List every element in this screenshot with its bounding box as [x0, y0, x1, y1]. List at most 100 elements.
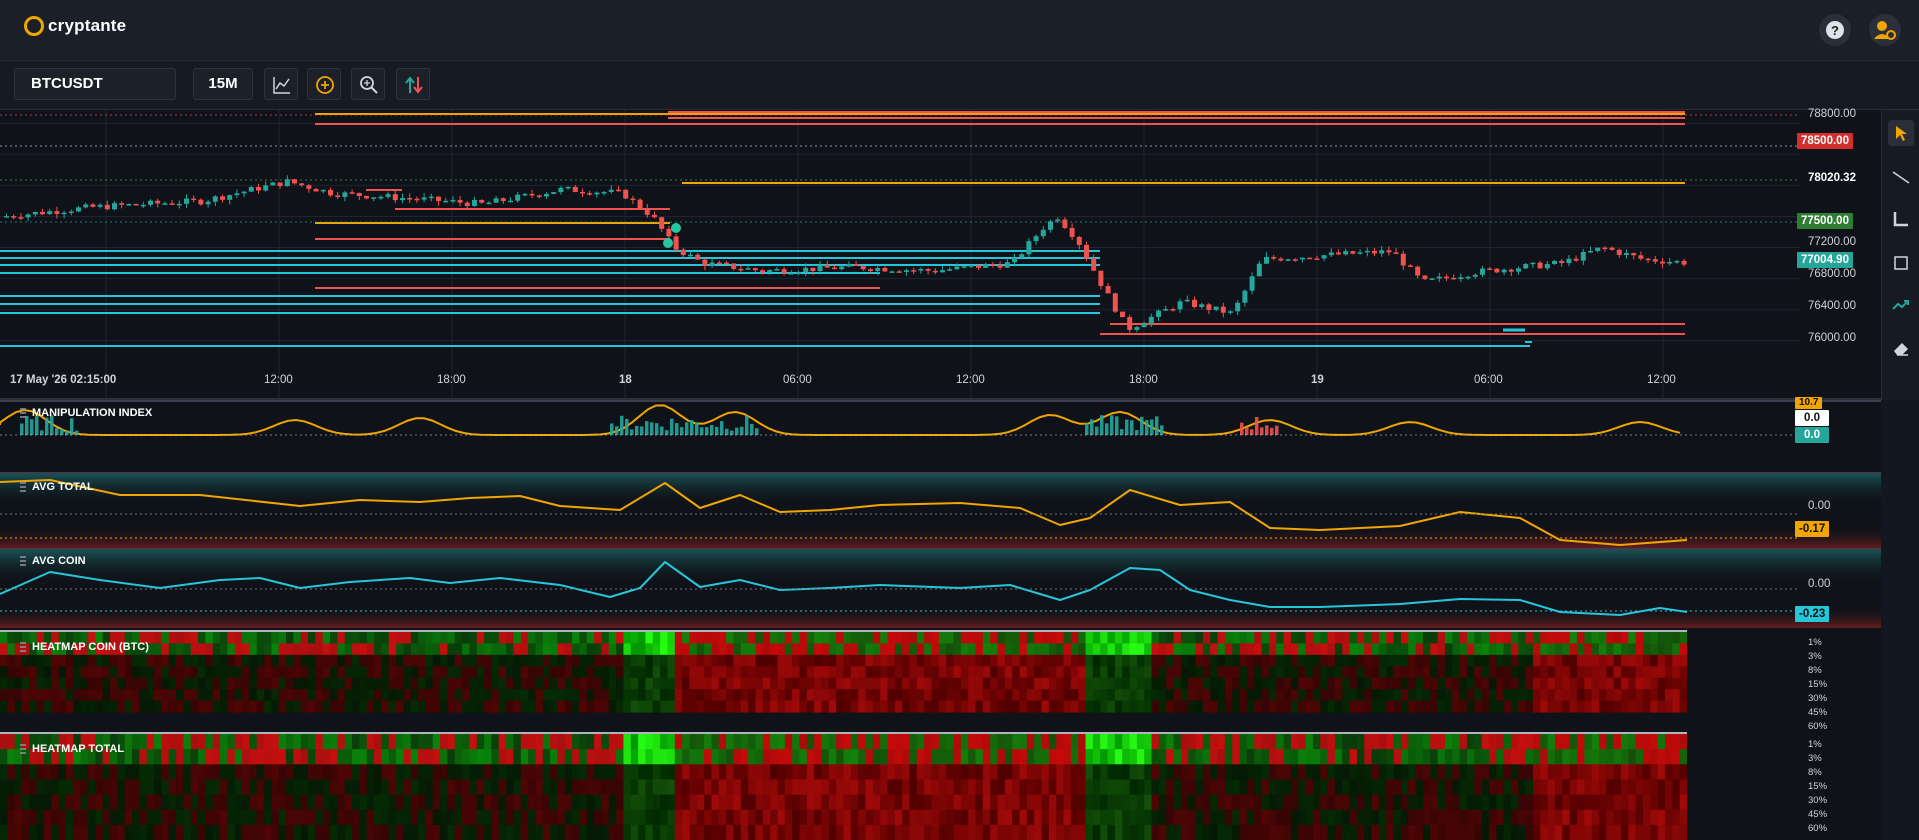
- heatmap-coin-cell: [1078, 632, 1087, 645]
- heatmap-total-cell: [726, 764, 735, 781]
- heatmap-total-cell: [608, 749, 617, 765]
- candle-body: [162, 203, 168, 205]
- heatmap-total-cell: [1584, 794, 1593, 811]
- heatmap-coin-cell: [909, 700, 918, 713]
- heatmap-coin-cell: [1386, 689, 1395, 702]
- heatmap-total-cell: [359, 749, 368, 765]
- heatmap-total-cell: [1173, 794, 1182, 811]
- brand-logo[interactable]: cryptante: [24, 16, 126, 36]
- zoom-button[interactable]: [351, 68, 385, 100]
- buy-sell-button[interactable]: [396, 68, 430, 100]
- heatmap-coin-cell: [814, 643, 823, 656]
- heatmap-total-cell: [792, 749, 801, 765]
- heatmap-coin-cell: [528, 654, 537, 667]
- heatmap-coin-cell: [1635, 700, 1644, 713]
- heatmap-total-cell: [1569, 764, 1578, 781]
- drag-handle-icon[interactable]: [20, 482, 26, 492]
- heatmap-coin-cell: [660, 666, 669, 679]
- heatmap-total-cell: [330, 824, 338, 840]
- heatmap-coin-cell: [968, 677, 977, 690]
- candle-body: [1393, 252, 1399, 254]
- pane-title-manipulation[interactable]: MANIPULATION INDEX: [20, 407, 152, 419]
- heatmap-total-cell: [1290, 764, 1299, 781]
- heatmap-coin-cell: [1180, 643, 1189, 656]
- trend-line-tool-button[interactable]: [1888, 164, 1914, 190]
- heatmap-coin-cell: [1444, 700, 1453, 713]
- heatmap-coin-cell: [748, 643, 757, 656]
- trend-arrow-tool-button[interactable]: [1888, 292, 1914, 318]
- heatmap-total-cell: [1628, 794, 1637, 811]
- heatmap-coin-cell: [388, 632, 397, 645]
- heatmap-coin-cell: [1430, 654, 1439, 667]
- timeframe-button[interactable]: 15M: [193, 68, 253, 100]
- heatmap-total-cell: [1334, 824, 1343, 840]
- heatmap-coin-cell: [388, 666, 397, 679]
- drag-handle-icon[interactable]: [20, 408, 26, 418]
- heatmap-coin-cell: [931, 700, 940, 713]
- user-settings-button[interactable]: [1869, 14, 1901, 46]
- pane-title-avg-total[interactable]: AVG TOTAL: [20, 481, 94, 493]
- heatmap-total-cell: [806, 734, 815, 750]
- chart-type-button[interactable]: [264, 68, 298, 100]
- heatmap-total-cell: [1591, 734, 1600, 750]
- help-button[interactable]: ?: [1819, 14, 1851, 46]
- heatmap-total-cell: [205, 824, 214, 840]
- heatmap-total-cell: [814, 794, 823, 811]
- rectangle-tool-button[interactable]: [1888, 250, 1914, 276]
- heatmap-coin-cell: [1364, 666, 1373, 679]
- cursor-tool-button[interactable]: [1888, 120, 1914, 146]
- heatmap-coin-cell: [1540, 666, 1549, 679]
- heatmap-coin-cell: [674, 689, 683, 702]
- pane-title-avg-coin[interactable]: AVG COIN: [20, 555, 86, 567]
- heatmap-coin-cell: [212, 632, 221, 645]
- drag-handle-icon[interactable]: [20, 642, 26, 652]
- drag-handle-icon[interactable]: [20, 556, 26, 566]
- heatmap-coin-cell: [1334, 700, 1343, 713]
- heatmap-coin-cell: [1430, 700, 1439, 713]
- heatmap-total-cell: [139, 749, 148, 765]
- heatmap-total-cell: [1400, 809, 1409, 826]
- heatmap-total-cell: [396, 824, 405, 840]
- manipulation-bar: [1135, 430, 1139, 435]
- heatmap-total-cell: [315, 824, 324, 840]
- candle-body: [1292, 259, 1298, 261]
- pane-title-heatmap-coin[interactable]: HEATMAP COIN (BTC): [20, 641, 149, 653]
- chart-canvas[interactable]: [0, 110, 1881, 840]
- heatmap-coin-cell: [198, 654, 206, 667]
- heatmap-coin-cell: [696, 677, 705, 690]
- add-indicator-button[interactable]: [307, 68, 341, 100]
- heatmap-coin-cell: [498, 677, 507, 690]
- heatmap-total-cell: [990, 764, 999, 781]
- heatmap-coin-cell: [1569, 643, 1578, 656]
- heatmap-total-cell: [718, 824, 727, 840]
- heatmap-total-cell: [359, 824, 368, 840]
- heatmap-coin-cell: [777, 666, 786, 679]
- symbol-input[interactable]: BTCUSDT: [14, 68, 176, 100]
- heatmap-coin-cell: [946, 643, 955, 656]
- heatmap-total-cell: [1540, 794, 1549, 811]
- heatmap-total-cell: [924, 779, 933, 796]
- heatmap-coin-cell: [1613, 700, 1622, 713]
- heatmap-total-cell: [36, 824, 45, 840]
- heatmap-coin-cell: [572, 632, 581, 645]
- heatmap-total-cell: [975, 779, 984, 796]
- heatmap-total-cell: [990, 824, 999, 840]
- drag-handle-icon[interactable]: [20, 744, 26, 754]
- heatmap-total-cell: [242, 749, 250, 765]
- heatmap-coin-cell: [1283, 689, 1292, 702]
- heatmap-total-cell: [1085, 764, 1094, 781]
- candle-body: [47, 211, 53, 215]
- heatmap-coin-cell: [1415, 677, 1424, 690]
- heatmap-total-cell: [212, 794, 221, 811]
- pane-title-heatmap-total[interactable]: HEATMAP TOTAL: [20, 743, 124, 755]
- ruler-tool-button[interactable]: [1888, 206, 1914, 232]
- heatmap-total-cell: [1334, 809, 1343, 826]
- chart-area[interactable]: [0, 110, 1881, 840]
- heatmap-coin-cell: [1034, 666, 1043, 679]
- candle-body: [97, 204, 103, 207]
- eraser-tool-button[interactable]: [1888, 336, 1914, 362]
- heatmap-total-cell: [1056, 794, 1065, 811]
- heatmap-coin-cell: [308, 666, 316, 679]
- heatmap-total-cell: [1422, 764, 1431, 781]
- heatmap-total-cell: [1481, 809, 1490, 826]
